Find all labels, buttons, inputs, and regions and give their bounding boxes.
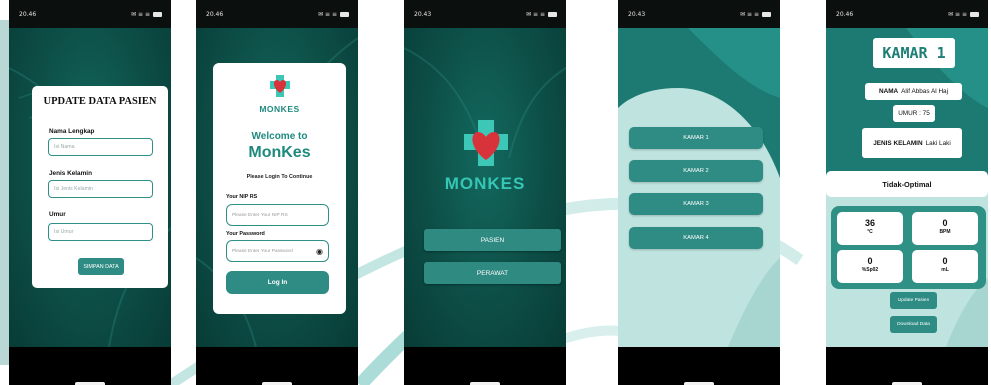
jenis-kelamin-label: Jenis Kelamin xyxy=(49,170,92,177)
spo2-unit: %Sp02 xyxy=(861,267,879,273)
bpm-card: 0 BPM xyxy=(912,212,978,245)
eye-icon[interactable]: ◉ xyxy=(316,247,323,256)
screen: KAMAR 1 KAMAR 2 KAMAR 3 KAMAR 4 xyxy=(618,28,780,347)
nip-label: Your NIP RS xyxy=(226,194,258,200)
login-subtitle: Please Login To Continue xyxy=(246,174,313,180)
status-bar: 20.46 ✉ ≡ ≡ xyxy=(9,0,171,28)
bpm-unit: BPM xyxy=(939,229,951,235)
jenis-kelamin-input[interactable]: Isi Jenis Kelamin xyxy=(48,180,153,198)
nav-bar xyxy=(618,347,780,385)
umur-label: Umur xyxy=(49,211,66,218)
nav-bar xyxy=(404,347,566,385)
screen: MONKES PASIEN PERAWAT xyxy=(404,28,566,347)
battery-icon xyxy=(340,11,349,17)
signal-icons: ✉ ≡ ≡ xyxy=(526,10,545,18)
umur-pill: UMUR : 75 xyxy=(893,105,935,122)
umur-input[interactable]: Isi Umur xyxy=(48,223,153,241)
nama-value: Alif Abbas Al Haj xyxy=(901,88,949,95)
phone-role-select: 20.43 ✉ ≡ ≡ MONKES PASIEN PERAWAT xyxy=(404,0,566,385)
password-label: Your Password xyxy=(226,231,265,237)
phone-update-data-pasien: 20.46 ✉ ≡ ≡ UPDATE DATA PASIEN Nama Leng… xyxy=(9,0,171,385)
download-data-label: Download Data xyxy=(897,322,930,327)
kamar-1-button[interactable]: KAMAR 1 xyxy=(629,127,763,149)
phone-login: 20.46 ✉ ≡ ≡ MONKES Welcome to MonKes Ple… xyxy=(196,0,358,385)
condition-status: Tidak-Optimal xyxy=(826,171,988,197)
battery-icon xyxy=(548,11,557,17)
screen: MONKES Welcome to MonKes Please Login To… xyxy=(196,28,358,347)
nav-bar xyxy=(826,347,988,385)
jk-value: Laki Laki xyxy=(925,139,951,147)
logo-text: MONKES xyxy=(259,104,300,114)
volume-value: 0 xyxy=(942,256,948,266)
status-bar: 20.43 ✉ ≡ ≡ xyxy=(404,0,566,28)
simpan-data-button[interactable]: SIMPAN DATA xyxy=(78,258,124,275)
nav-bar xyxy=(9,347,171,385)
kamar-2-button[interactable]: KAMAR 2 xyxy=(629,160,763,182)
temperature-value: 36 xyxy=(864,218,875,228)
welcome-text: Welcome to xyxy=(251,131,308,142)
wave-decoration xyxy=(618,28,780,347)
download-data-button[interactable]: Download Data xyxy=(890,316,937,333)
nama-label: Nama Lengkap xyxy=(49,128,95,135)
update-pasien-button[interactable]: Update Pasien xyxy=(890,292,937,309)
app-name: MonKes xyxy=(248,144,311,161)
password-placeholder: Please Enter Your Password xyxy=(232,248,293,254)
monkes-logo-icon xyxy=(270,75,290,97)
update-form-card: UPDATE DATA PASIEN Nama Lengkap Isi Nama… xyxy=(32,86,168,288)
signal-icons: ✉ ≡ ≡ xyxy=(318,10,337,18)
screen: UPDATE DATA PASIEN Nama Lengkap Isi Nama… xyxy=(9,28,171,347)
status-time: 20.46 xyxy=(19,10,37,18)
status-bar: 20.46 ✉ ≡ ≡ xyxy=(196,0,358,28)
signal-icons: ✉ ≡ ≡ xyxy=(740,10,759,18)
spo2-card: 0 %Sp02 xyxy=(837,250,903,283)
phone-kamar-detail: 20.46 ✉ ≡ ≡ KAMAR 1 NAMA Alif Abbas Al H… xyxy=(826,0,988,385)
status-time: 20.46 xyxy=(836,10,854,18)
update-pasien-label: Update Pasien xyxy=(897,298,930,303)
status-time: 20.43 xyxy=(414,10,432,18)
nip-input[interactable]: Please Enter Your NIP RS xyxy=(226,204,329,226)
login-button[interactable]: Log In xyxy=(226,271,329,294)
form-title: UPDATE DATA PASIEN xyxy=(43,96,157,107)
password-input[interactable]: Please Enter Your Password ◉ xyxy=(226,240,329,262)
pasien-button[interactable]: PASIEN xyxy=(424,229,561,251)
nama-pill: NAMA Alif Abbas Al Haj xyxy=(865,83,962,100)
status-bar: 20.43 ✉ ≡ ≡ xyxy=(618,0,780,28)
status-time: 20.46 xyxy=(206,10,224,18)
nama-label: NAMA xyxy=(878,88,899,95)
jk-label: JENIS KELAMIN xyxy=(873,139,923,147)
battery-icon xyxy=(762,11,771,17)
kamar-3-button[interactable]: KAMAR 3 xyxy=(629,193,763,215)
kamar-4-button[interactable]: KAMAR 4 xyxy=(629,227,763,249)
temperature-unit: °C xyxy=(867,229,873,235)
bpm-value: 0 xyxy=(942,218,948,228)
login-card: MONKES Welcome to MonKes Please Login To… xyxy=(213,63,346,314)
vitals-panel: 36 °C 0 BPM 0 %Sp02 0 mL xyxy=(831,206,986,289)
nama-input[interactable]: Isi Nama xyxy=(48,138,153,156)
status-time: 20.43 xyxy=(628,10,646,18)
monkes-logo-icon xyxy=(464,120,508,166)
status-bar: 20.46 ✉ ≡ ≡ xyxy=(826,0,988,28)
signal-icons: ✉ ≡ ≡ xyxy=(131,10,150,18)
jenis-kelamin-pill: JENIS KELAMIN Laki Laki xyxy=(862,128,962,158)
signal-icons: ✉ ≡ ≡ xyxy=(948,10,967,18)
phone-room-list: 20.43 ✉ ≡ ≡ KAMAR 1 KAMAR 2 KAMAR 3 KAMA… xyxy=(618,0,780,385)
battery-icon xyxy=(153,11,162,17)
battery-icon xyxy=(970,11,979,17)
nav-bar xyxy=(196,347,358,385)
brand-text: MONKES xyxy=(444,174,526,193)
kamar-title: KAMAR 1 xyxy=(873,38,955,68)
spo2-value: 0 xyxy=(867,256,873,266)
volume-card: 0 mL xyxy=(912,250,978,283)
perawat-button[interactable]: PERAWAT xyxy=(424,262,561,284)
volume-unit: mL xyxy=(941,267,949,273)
temperature-card: 36 °C xyxy=(837,212,903,245)
screen: KAMAR 1 NAMA Alif Abbas Al Haj UMUR : 75… xyxy=(826,28,988,347)
